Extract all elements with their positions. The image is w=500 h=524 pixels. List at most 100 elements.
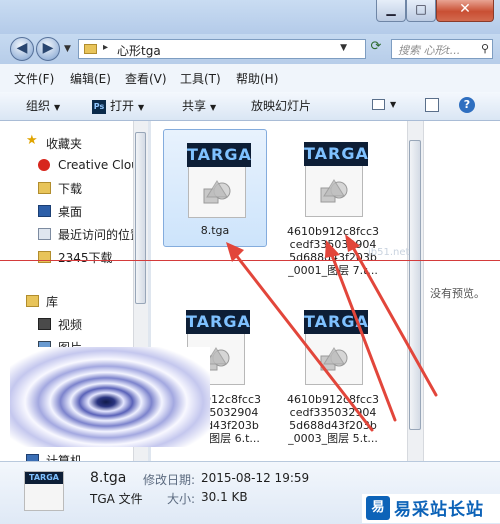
history-dropdown-icon[interactable]: ▼	[64, 44, 71, 54]
details-size-value: 30.1 KB	[201, 490, 248, 504]
nav-favorites[interactable]: 收藏夹	[46, 135, 82, 152]
file-tile[interactable]: TARGA 8.tga	[163, 129, 267, 247]
tga-file-icon: TARGA	[304, 310, 368, 385]
video-library-icon	[38, 318, 51, 330]
close-button[interactable]: ✕	[436, 0, 494, 22]
site-logo-text: 易采站长站	[394, 500, 484, 520]
decorative-swirl-overlay	[10, 347, 210, 447]
share-button[interactable]: 共享 ▼	[182, 97, 216, 114]
details-file-name: 8.tga	[90, 470, 127, 486]
folder-icon	[84, 44, 97, 54]
details-modified-label: 修改日期:	[143, 473, 196, 487]
nav-recent-places[interactable]: 最近访问的位置	[58, 226, 142, 243]
open-button[interactable]: Ps 打开 ▼	[92, 97, 144, 114]
details-file-icon: TARGA	[24, 471, 64, 511]
search-icon[interactable]: ⚲	[481, 42, 489, 55]
libraries-icon	[26, 295, 39, 307]
photoshop-icon: Ps	[92, 99, 106, 114]
nav-2345-downloads[interactable]: 2345下载	[58, 249, 113, 266]
site-logo: 易 易采站长站	[362, 494, 500, 523]
annotation-red-line	[0, 260, 500, 261]
open-label: 打开	[110, 99, 135, 113]
maximize-icon: □	[415, 2, 427, 16]
search-placeholder: 搜索 心形t...	[398, 44, 461, 57]
nav-libraries[interactable]: 库	[46, 293, 58, 310]
file-name-line: cedf335032904	[289, 406, 377, 419]
slideshow-button[interactable]: 放映幻灯片	[251, 97, 311, 114]
creative-cloud-icon	[38, 159, 50, 171]
menu-help[interactable]: 帮助(H)	[236, 70, 278, 87]
file-tile[interactable]: TARGA 4610b912c8fcc3 cedf335032904 5d688d4…	[281, 129, 385, 277]
nav-scrollbar-thumb[interactable]	[135, 132, 146, 304]
organize-button[interactable]: 组织 ▼	[26, 97, 60, 114]
no-preview-text: 没有预览。	[430, 287, 485, 300]
refresh-icon: ⟳	[370, 39, 382, 54]
file-name-line: 4610b912c8fcc3	[287, 393, 379, 406]
nav-computer[interactable]: 计算机	[46, 452, 82, 461]
breadcrumb-current-folder[interactable]: 心形tga	[117, 42, 161, 59]
search-input[interactable]: 搜索 心形t... ⚲	[391, 39, 493, 59]
tga-file-icon: TARGA	[187, 143, 251, 218]
image-shapes-icon	[203, 180, 231, 204]
details-size-label: 大小:	[167, 492, 196, 506]
change-view-icon[interactable]	[372, 99, 385, 110]
refresh-button[interactable]: ⟳	[368, 39, 384, 59]
file-name-line: 5d688d43f203b	[289, 419, 377, 432]
share-label: 共享	[182, 99, 207, 113]
targa-badge: TARGA	[304, 142, 368, 166]
folder-icon	[38, 251, 51, 263]
back-button[interactable]: ◀	[10, 37, 34, 61]
targa-badge: TARGA	[25, 472, 63, 484]
nav-downloads[interactable]: 下载	[58, 180, 82, 197]
preview-pane: 没有预览。	[423, 121, 500, 461]
dropdown-icon: ▼	[138, 103, 145, 112]
breadcrumb-chevron-icon[interactable]: ▸	[103, 42, 108, 53]
forward-button[interactable]: ▶	[36, 37, 60, 61]
file-list-scrollbar-thumb[interactable]	[409, 140, 421, 430]
targa-badge: TARGA	[186, 310, 250, 334]
back-arrow-icon: ◀	[16, 40, 28, 56]
desktop-icon	[38, 205, 51, 217]
help-icon[interactable]: ?	[459, 97, 475, 113]
command-bar: 组织 ▼ Ps 打开 ▼ 共享 ▼ 放映幻灯片 ▼ ?	[0, 92, 500, 121]
favorites-star-icon: ★	[26, 133, 38, 148]
nav-desktop[interactable]: 桌面	[58, 203, 82, 220]
tga-file-icon: TARGA	[304, 142, 368, 217]
menu-edit[interactable]: 编辑(E)	[70, 70, 111, 87]
address-bar[interactable]: ▸ 心形tga ▼	[78, 39, 366, 59]
file-name: 8.tga	[200, 224, 230, 237]
view-dropdown-icon[interactable]: ▼	[390, 100, 396, 109]
site-logo-mark: 易	[366, 496, 390, 520]
computer-icon	[26, 454, 39, 461]
minimize-icon: ▁	[386, 2, 396, 16]
minimize-button[interactable]: ▁	[376, 0, 406, 22]
details-file-type: TGA 文件	[90, 492, 143, 506]
preview-pane-icon[interactable]	[425, 98, 439, 112]
dropdown-icon: ▼	[54, 103, 61, 112]
nav-videos[interactable]: 视频	[58, 316, 82, 333]
menu-file[interactable]: 文件(F)	[14, 70, 54, 87]
image-shapes-icon	[320, 179, 348, 203]
file-tile[interactable]: TARGA 4610b912c8fcc3 cedf335032904 5d688d4…	[281, 297, 385, 445]
file-name-line: _0001_图层 7.t...	[288, 264, 378, 277]
watermark-text: jb51.net	[368, 247, 410, 258]
title-bar: ▁ □ ✕	[0, 0, 500, 34]
dropdown-icon: ▼	[210, 103, 217, 112]
file-name: 4610b912c8fcc3 cedf335032904 5d688d43f203b…	[281, 393, 385, 445]
file-name-line: _0003_图层 5.t...	[288, 432, 378, 445]
targa-badge: TARGA	[304, 310, 368, 334]
menu-view[interactable]: 查看(V)	[125, 70, 167, 87]
menu-tools[interactable]: 工具(T)	[180, 70, 221, 87]
menu-bar: 文件(F) 编辑(E) 查看(V) 工具(T) 帮助(H)	[0, 64, 500, 93]
targa-badge: TARGA	[187, 143, 251, 167]
file-name-line: 4610b912c8fcc3	[287, 225, 379, 238]
image-shapes-icon	[320, 347, 348, 371]
address-row: ◀ ▶ ▼ ▸ 心形tga ▼ ⟳ 搜索 心形t... ⚲	[0, 34, 500, 64]
address-dropdown-icon[interactable]: ▼	[340, 43, 347, 53]
organize-label: 组织	[26, 99, 51, 113]
recent-places-icon	[38, 228, 51, 240]
close-icon: ✕	[459, 1, 471, 17]
forward-arrow-icon: ▶	[42, 40, 54, 56]
details-modified-value: 2015-08-12 19:59	[201, 471, 310, 485]
maximize-button[interactable]: □	[406, 0, 436, 22]
